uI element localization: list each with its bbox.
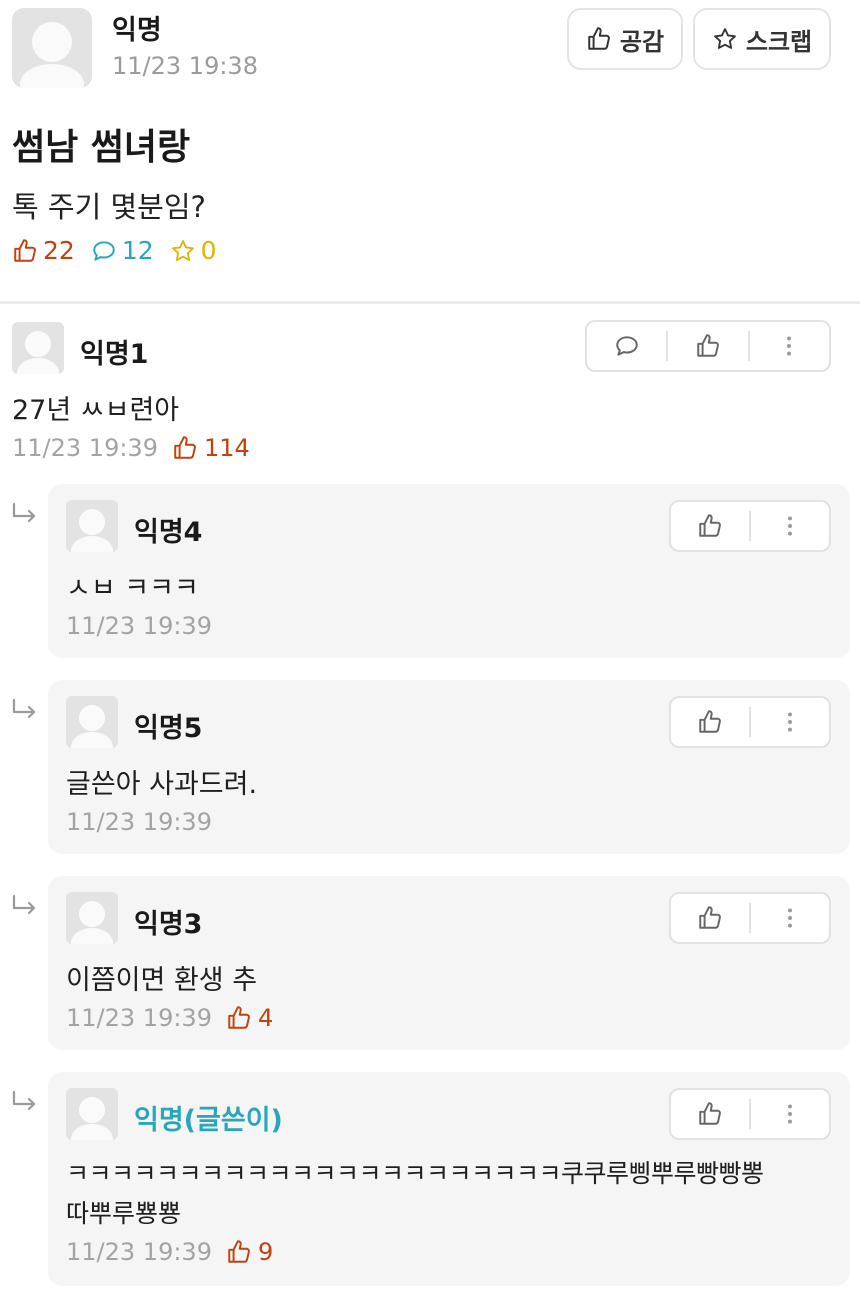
reply-time: 11/23 19:39 — [66, 1238, 212, 1266]
comment-actions — [585, 320, 831, 372]
reply-arrow-icon — [10, 894, 40, 918]
reply-text: 글쓴아 사과드려. — [66, 769, 258, 800]
comment-count-value: 12 — [121, 236, 154, 265]
reply-like-button[interactable] — [671, 698, 749, 746]
reply-actions — [669, 1088, 831, 1140]
more-vertical-icon — [776, 333, 802, 359]
scrap-count-value: 0 — [200, 236, 217, 265]
star-icon — [170, 238, 196, 264]
like-button-label: 공감 — [619, 27, 665, 56]
star-icon — [712, 26, 738, 52]
post-stats: 22 12 0 — [12, 236, 233, 265]
reply-author: 익명5 — [134, 713, 203, 744]
scrap-button-label: 스크랩 — [745, 27, 813, 56]
reply-author: 익명4 — [134, 517, 203, 548]
comment-text: 27년 ㅆㅂ련아 — [12, 395, 180, 426]
reply-author: 익명3 — [134, 909, 203, 940]
reply-author-op: 익명(글쓴이) — [134, 1105, 283, 1136]
thumbs-up-icon — [697, 709, 723, 735]
post-body: 톡 주기 몇분임? — [12, 190, 206, 224]
reply-avatar — [66, 892, 118, 944]
more-button[interactable] — [751, 894, 829, 942]
reply-avatar — [66, 696, 118, 748]
speech-bubble-icon — [91, 238, 117, 264]
reply-time: 11/23 19:39 — [66, 808, 212, 836]
like-button[interactable]: 공감 — [567, 8, 683, 70]
thumbs-up-icon — [586, 26, 612, 52]
post-author-avatar — [12, 8, 92, 88]
speech-bubble-icon — [614, 333, 640, 359]
reply-meta: 11/23 19:39 9 — [66, 1238, 273, 1266]
reply-meta: 11/23 19:39 — [66, 808, 212, 836]
reply-text-line-1: ㅋㅋㅋㅋㅋㅋㅋㅋㅋㅋㅋㅋㅋㅋㅋㅋㅋㅋㅋㅋㅋㅋ쿠쿠루삥뿌루빵빵뽕 — [66, 1159, 764, 1188]
thumbs-up-icon — [697, 1101, 723, 1127]
reply-actions — [669, 892, 831, 944]
comment-like-button[interactable] — [668, 322, 747, 370]
reply-likes: 9 — [226, 1238, 273, 1266]
reply-text: ㅅㅂ ㅋㅋㅋ — [66, 573, 199, 604]
reply-text: 이쯤이면 환생 추 — [66, 965, 258, 996]
reply-likes: 4 — [226, 1004, 273, 1032]
reply-time: 11/23 19:39 — [66, 612, 212, 640]
thumbs-up-icon — [697, 513, 723, 539]
more-button[interactable] — [751, 698, 829, 746]
comment-likes-value: 114 — [203, 434, 250, 462]
reply-actions — [669, 500, 831, 552]
comment-likes: 114 — [172, 434, 250, 462]
reply-like-button[interactable] — [671, 502, 749, 550]
reply-likes-value: 9 — [257, 1238, 274, 1266]
post-timestamp: 11/23 19:38 — [112, 52, 258, 80]
like-count-value: 22 — [43, 236, 75, 265]
comment-meta: 11/23 19:39 114 — [12, 434, 250, 462]
reply-like-button[interactable] — [671, 894, 749, 942]
scrap-button[interactable]: 스크랩 — [693, 8, 831, 70]
reply-avatar — [66, 1088, 118, 1140]
more-vertical-icon — [777, 513, 803, 539]
divider — [0, 301, 860, 304]
reply-button[interactable] — [587, 322, 666, 370]
more-vertical-icon — [777, 1101, 803, 1127]
more-button[interactable] — [750, 322, 829, 370]
reply-meta: 11/23 19:39 — [66, 612, 212, 640]
reply-arrow-icon — [10, 1090, 40, 1114]
post-author-name: 익명 — [112, 15, 162, 46]
reply-actions — [669, 696, 831, 748]
comment-author: 익명1 — [80, 339, 149, 370]
like-count: 22 — [12, 236, 75, 265]
thumbs-up-icon — [226, 1005, 252, 1031]
thumbs-up-icon — [697, 905, 723, 931]
reply-time: 11/23 19:39 — [66, 1004, 212, 1032]
comment-avatar — [12, 322, 64, 374]
thumbs-up-icon — [695, 333, 721, 359]
reply-like-button[interactable] — [671, 1090, 749, 1138]
thumbs-up-icon — [12, 238, 38, 264]
post-title: 썸남 썸녀랑 — [12, 127, 191, 168]
thumbs-up-icon — [172, 435, 198, 461]
more-button[interactable] — [751, 1090, 829, 1138]
reply-meta: 11/23 19:39 4 — [66, 1004, 273, 1032]
reply-text-line-2: 따뿌루뿅뿅 — [66, 1199, 182, 1228]
scrap-count: 0 — [170, 236, 217, 265]
reply-arrow-icon — [10, 502, 40, 526]
more-vertical-icon — [777, 905, 803, 931]
more-button[interactable] — [751, 502, 829, 550]
thumbs-up-icon — [226, 1239, 252, 1265]
reply-arrow-icon — [10, 698, 40, 722]
reply-avatar — [66, 500, 118, 552]
reply-likes-value: 4 — [257, 1004, 274, 1032]
comment-count: 12 — [91, 236, 154, 265]
comment-time: 11/23 19:39 — [12, 434, 158, 462]
more-vertical-icon — [777, 709, 803, 735]
